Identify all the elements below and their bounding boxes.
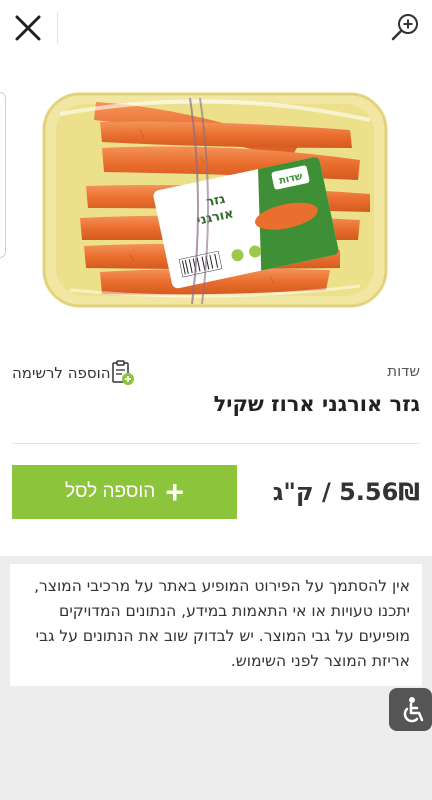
meta-row: שדות הוספה לרשימה [12,360,420,388]
close-button[interactable] [10,8,46,48]
wheelchair-icon [403,696,423,722]
close-icon [15,15,41,41]
product-image: גזר אורגני שדות [42,92,388,308]
add-to-list-label: הוספה לרשימה [12,364,111,382]
product-title: גזר אורגני ארוז שקיל [213,392,420,416]
add-to-cart-button[interactable]: הוספה לסל + [12,465,237,519]
zoom-button[interactable] [388,10,422,44]
gallery-edge[interactable] [0,92,6,258]
plus-icon: + [165,474,185,510]
clipboard-plus-icon [111,360,134,385]
add-to-list-button[interactable]: הוספה לרשימה [12,360,139,386]
disclaimer-text: אין להסתמך על הפירוט המופיע באתר על מרכי… [10,564,422,686]
product-brand: שדות [387,362,420,380]
zoom-in-icon [391,14,418,41]
add-to-cart-label: הוספה לסל [64,481,156,502]
product-price: 5.56₪ / ק"ג [272,478,420,506]
divider [12,443,420,444]
accessibility-button[interactable] [389,688,432,731]
topbar-divider [57,12,58,44]
top-bar [0,0,432,56]
